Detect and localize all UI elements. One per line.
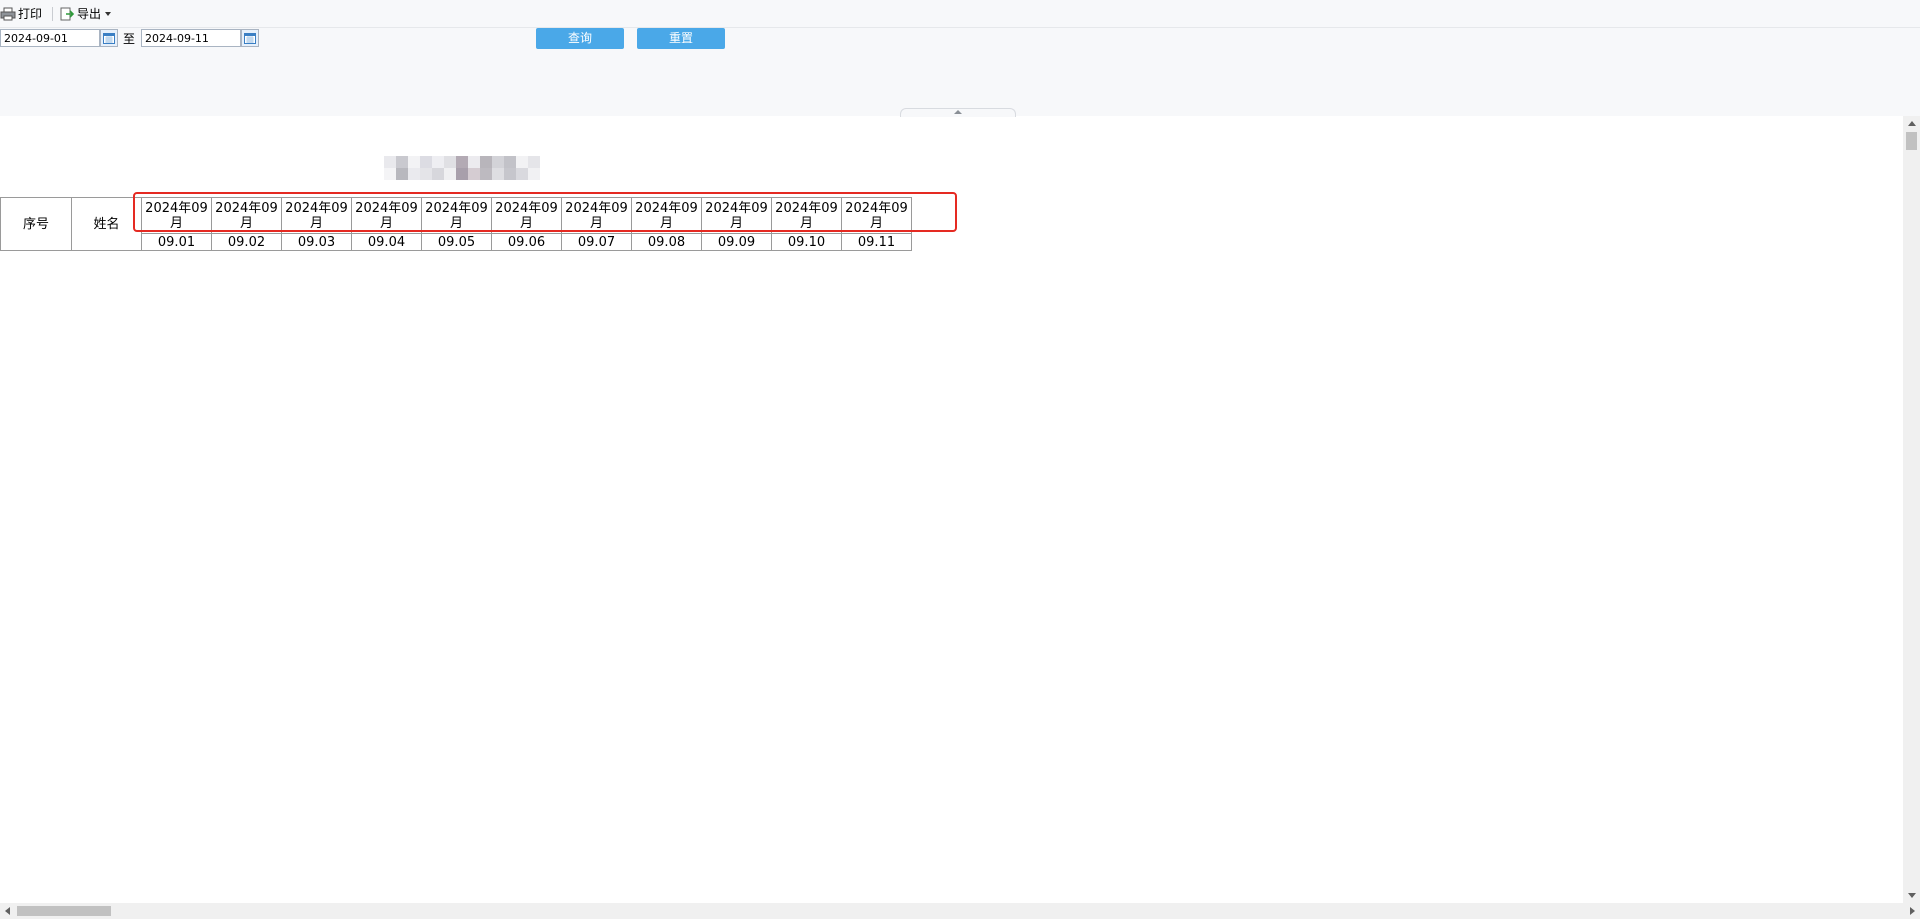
printer-icon — [0, 7, 16, 20]
day-header: 09.02 — [211, 233, 282, 251]
month-header: 2024年09 月 — [351, 197, 422, 234]
month-header: 2024年09 月 — [211, 197, 282, 234]
start-calendar-button[interactable] — [100, 29, 118, 47]
day-header: 09.06 — [491, 233, 562, 251]
month-header: 2024年09 月 — [421, 197, 492, 234]
end-calendar-button[interactable] — [241, 29, 259, 47]
name-header: 姓名 — [71, 197, 142, 251]
report-title-redacted — [384, 156, 540, 180]
month-header: 2024年09 月 — [561, 197, 632, 234]
horizontal-scrollbar[interactable] — [0, 903, 1920, 919]
month-header: 2024年09 月 — [631, 197, 702, 234]
month-header: 2024年09 月 — [841, 197, 912, 234]
query-button[interactable]: 查询 — [536, 28, 624, 49]
scroll-left-icon[interactable] — [5, 907, 10, 915]
toolbar: 打印 导出 — [0, 0, 1920, 28]
export-icon — [60, 7, 75, 20]
horizontal-scroll-thumb[interactable] — [17, 906, 111, 916]
toolbar-divider — [52, 6, 54, 21]
month-header: 2024年09 月 — [281, 197, 352, 234]
month-header: 2024年09 月 — [491, 197, 562, 234]
export-button[interactable]: 导出 — [59, 4, 115, 24]
reset-button[interactable]: 重置 — [637, 28, 725, 49]
day-header: 09.09 — [701, 233, 772, 251]
print-button[interactable]: 打印 — [0, 4, 46, 24]
date-range-separator: 至 — [123, 32, 136, 46]
calendar-icon — [103, 33, 115, 44]
day-header: 09.07 — [561, 233, 632, 251]
scroll-down-icon[interactable] — [1908, 893, 1916, 898]
day-header: 09.05 — [421, 233, 492, 251]
filter-panel: 打印 导出 2024-09-01 至 2024-09-11 查询 重置 — [0, 0, 1920, 117]
scroll-up-icon[interactable] — [1908, 121, 1916, 126]
day-header: 09.01 — [141, 233, 212, 251]
date-range-filter: 2024-09-01 至 2024-09-11 — [0, 29, 1920, 49]
day-header: 09.10 — [771, 233, 842, 251]
day-header: 09.08 — [631, 233, 702, 251]
day-header: 09.03 — [281, 233, 352, 251]
start-date-input[interactable]: 2024-09-01 — [0, 29, 100, 47]
month-header: 2024年09 月 — [771, 197, 842, 234]
attendance-table: 序号 姓名 2024年09 月 2024年09 月 2024年09 月 2024年09… — [0, 197, 912, 251]
day-header: 09.04 — [351, 233, 422, 251]
month-header: 2024年09 月 — [701, 197, 772, 234]
scroll-right-icon[interactable] — [1910, 907, 1915, 915]
end-date-input[interactable]: 2024-09-11 — [141, 29, 241, 47]
vertical-scroll-thumb[interactable] — [1906, 132, 1917, 150]
chevron-down-icon[interactable] — [105, 11, 112, 16]
day-header: 09.11 — [841, 233, 912, 251]
vertical-scrollbar[interactable] — [1903, 116, 1920, 903]
export-label: 导出 — [77, 7, 102, 21]
print-label: 打印 — [18, 7, 43, 21]
collapse-panel-toggle[interactable] — [900, 108, 1016, 117]
seq-header: 序号 — [0, 197, 72, 251]
month-header: 2024年09 月 — [141, 197, 212, 234]
calendar-icon — [244, 33, 256, 44]
